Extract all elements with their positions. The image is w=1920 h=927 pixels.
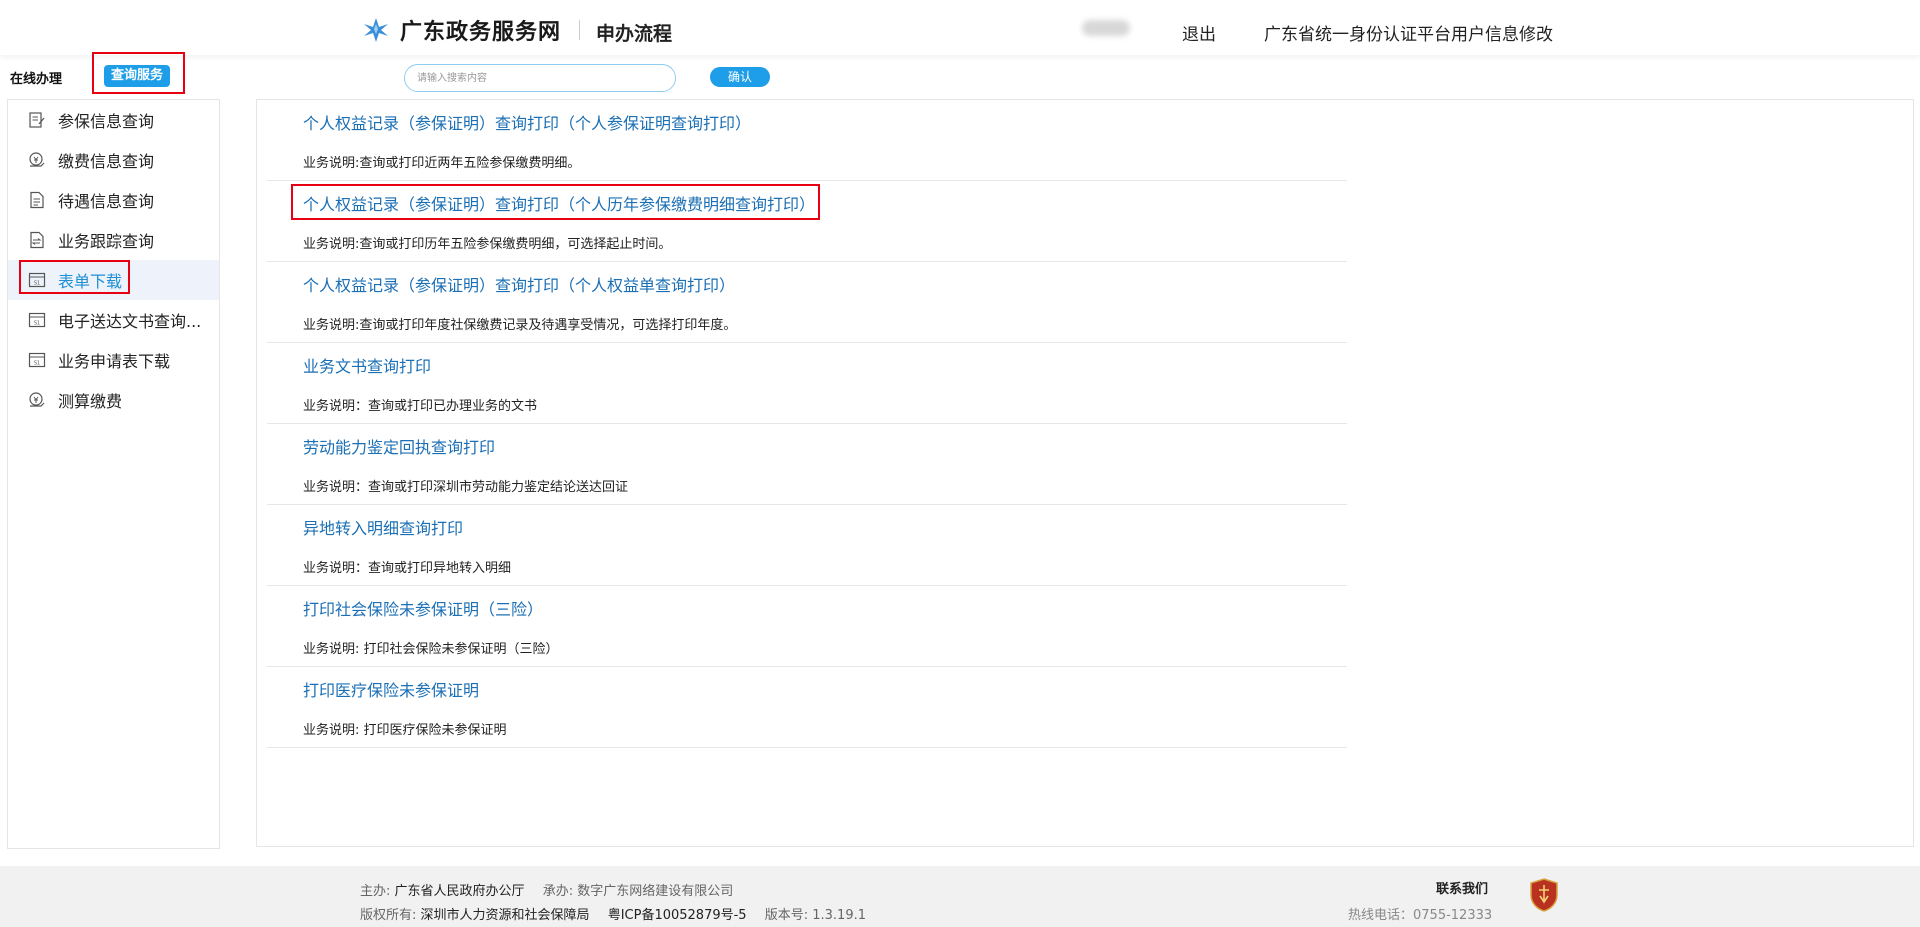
sidebar-item-e-delivery[interactable]: S1 电子送达文书查询... <box>8 300 219 340</box>
footer-copyright-line: 版权所有: 深圳市人力资源和社会保障局 粤ICP备10052879号-5 版本号… <box>360 904 866 923</box>
edit-document-icon <box>29 112 45 128</box>
list-item: 劳动能力鉴定回执查询打印 业务说明：查询或打印深圳市劳动能力鉴定结论送达回证 <box>267 424 1347 505</box>
service-description: 业务说明:查询或打印近两年五险参保缴费明细。 <box>303 156 581 171</box>
footer-host: 广东省人民政府办公厅 <box>394 884 525 899</box>
service-description: 业务说明：查询或打印异地转入明细 <box>303 561 512 576</box>
government-badge-icon[interactable] <box>1530 878 1558 912</box>
service-description: 业务说明:查询或打印年度社保缴费记录及待遇享受情况，可选择打印年度。 <box>303 318 737 333</box>
list-item: 打印医疗保险未参保证明 业务说明: 打印医疗保险未参保证明 <box>267 667 1347 748</box>
logo-divider <box>579 20 581 40</box>
site-footer: 主办: 广东省人民政府办公厅 承办: 数字广东网络建设有限公司 版权所有: 深圳… <box>0 866 1920 927</box>
svg-text:S1: S1 <box>34 321 40 327</box>
site-name: 广东政务服务网 <box>400 20 562 45</box>
service-link[interactable]: 业务文书查询打印 <box>303 353 431 377</box>
sidebar-item-label: 电子送达文书查询... <box>58 312 202 331</box>
service-link[interactable]: 打印社会保险未参保证明（三险） <box>303 596 543 620</box>
list-item: 业务文书查询打印 业务说明：查询或打印已办理业务的文书 <box>267 343 1347 424</box>
service-description: 业务说明：查询或打印已办理业务的文书 <box>303 399 538 414</box>
username-blurred <box>1082 20 1130 36</box>
logout-link[interactable]: 退出 <box>1182 20 1216 45</box>
service-link[interactable]: 打印医疗保险未参保证明 <box>303 677 479 701</box>
sidebar-item-label: 业务跟踪查询 <box>58 232 155 251</box>
highlight-box-query-tab <box>92 52 185 94</box>
footer-undertake-label: 承办: <box>542 884 574 899</box>
service-description: 业务说明: 打印医疗保险未参保证明 <box>303 723 507 738</box>
online-service-label[interactable]: 在线办理 <box>10 68 62 87</box>
sidebar-item-payment-info[interactable]: 缴费信息查询 <box>8 140 219 180</box>
transfer-document-icon <box>30 231 44 249</box>
list-item: 异地转入明细查询打印 业务说明：查询或打印异地转入明细 <box>267 505 1347 586</box>
footer-version-label: 版本号: <box>764 908 809 923</box>
service-link[interactable]: 个人权益记录（参保证明）查询打印（个人参保证明查询打印） <box>303 110 751 134</box>
sidebar-item-application-download[interactable]: S1 业务申请表下载 <box>8 340 219 380</box>
sidebar-item-label: 参保信息查询 <box>58 112 155 131</box>
service-link[interactable]: 异地转入明细查询打印 <box>303 515 463 539</box>
sidebar-item-label: 缴费信息查询 <box>58 152 155 171</box>
form-icon: S1 <box>28 352 46 368</box>
footer-version: 1.3.19.1 <box>812 908 867 923</box>
service-description: 业务说明:查询或打印历年五险参保缴费明细，可选择起止时间。 <box>303 237 672 252</box>
profile-edit-link[interactable]: 广东省统一身份认证平台用户信息修改 <box>1264 20 1553 45</box>
footer-icp[interactable]: 粤ICP备10052879号-5 <box>608 908 747 923</box>
sidebar: 参保信息查询 缴费信息查询 待遇信息查询 业务跟踪查询 S1 表单下载 S1 电… <box>7 99 220 849</box>
highlight-box-service-2 <box>291 184 820 220</box>
sidebar-item-label: 测算缴费 <box>58 392 123 411</box>
form-icon: S1 <box>28 312 46 328</box>
footer-host-line: 主办: 广东省人民政府办公厅 承办: 数字广东网络建设有限公司 <box>360 880 733 899</box>
service-link[interactable]: 个人权益记录（参保证明）查询打印（个人权益单查询打印） <box>303 272 735 296</box>
sidebar-item-business-tracking[interactable]: 业务跟踪查询 <box>8 220 219 260</box>
service-link[interactable]: 劳动能力鉴定回执查询打印 <box>303 434 495 458</box>
hotline: 热线电话：0755-12333 <box>1348 908 1493 923</box>
document-list-icon <box>30 191 44 209</box>
highlight-box-form-download <box>19 260 130 294</box>
list-item: 打印社会保险未参保证明（三险） 业务说明: 打印社会保险未参保证明（三险） <box>267 586 1347 667</box>
payment-icon <box>29 152 45 167</box>
footer-undertake: 数字广东网络建设有限公司 <box>577 884 734 899</box>
service-description: 业务说明：查询或打印深圳市劳动能力鉴定结论送达回证 <box>303 480 629 495</box>
footer-copyright: 深圳市人力资源和社会保障局 <box>420 908 590 923</box>
search-input[interactable] <box>404 64 676 92</box>
sidebar-item-label: 待遇信息查询 <box>58 192 155 211</box>
service-description: 业务说明: 打印社会保险未参保证明（三险） <box>303 642 559 657</box>
site-header: 广东政务服务网 申办流程 退出 广东省统一身份认证平台用户信息修改 <box>0 0 1920 55</box>
logo-icon <box>360 16 392 44</box>
list-item: 个人权益记录（参保证明）查询打印（个人参保证明查询打印） 业务说明:查询或打印近… <box>267 100 1347 181</box>
footer-host-label: 主办: <box>360 884 391 899</box>
contact-us-title[interactable]: 联系我们 <box>1436 878 1488 897</box>
confirm-button[interactable]: 确认 <box>710 67 770 87</box>
footer-copyright-label: 版权所有: <box>360 908 417 923</box>
list-item: 个人权益记录（参保证明）查询打印（个人权益单查询打印） 业务说明:查询或打印年度… <box>267 262 1347 343</box>
sidebar-item-insurance-info[interactable]: 参保信息查询 <box>8 100 219 140</box>
payment-icon <box>29 392 45 407</box>
sidebar-item-payment-calculation[interactable]: 测算缴费 <box>8 380 219 420</box>
process-title: 申办流程 <box>596 22 673 45</box>
sidebar-item-benefit-info[interactable]: 待遇信息查询 <box>8 180 219 220</box>
sidebar-item-label: 业务申请表下载 <box>58 352 171 371</box>
svg-text:S1: S1 <box>34 361 40 367</box>
site-logo[interactable]: 广东政务服务网 申办流程 <box>360 14 672 46</box>
